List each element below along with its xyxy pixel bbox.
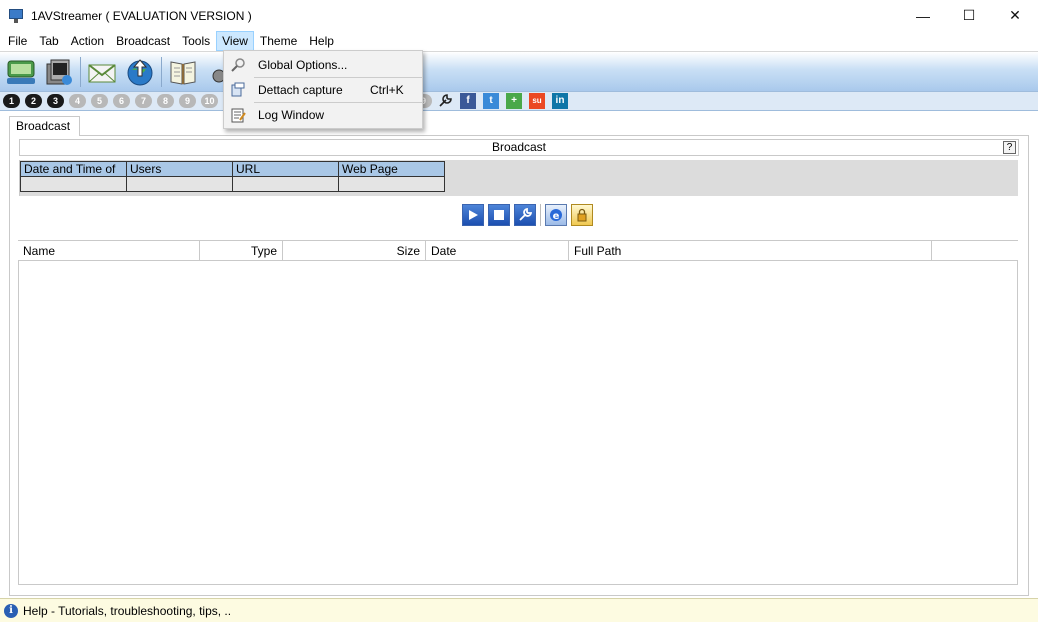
- status-bar: i Help - Tutorials, troubleshooting, tip…: [0, 598, 1038, 622]
- wrench-search-icon: [230, 57, 246, 73]
- menu-view[interactable]: View: [216, 31, 254, 51]
- wrench-icon[interactable]: [437, 93, 453, 109]
- tab-broadcast[interactable]: Broadcast: [9, 116, 80, 136]
- file-grid-body[interactable]: [18, 261, 1018, 585]
- close-button[interactable]: ✕: [992, 0, 1038, 31]
- status-text: Help - Tutorials, troubleshooting, tips,…: [23, 603, 232, 618]
- info-icon: i: [4, 603, 18, 618]
- table-cell[interactable]: [20, 176, 127, 192]
- broadcast-header: Broadcast ?: [19, 139, 1019, 156]
- tab-number-3[interactable]: 3: [47, 94, 64, 108]
- media-files-icon[interactable]: [42, 55, 76, 89]
- toolbar: [0, 51, 1038, 91]
- col-size[interactable]: Size: [283, 241, 426, 260]
- tab-number-8[interactable]: 8: [157, 94, 174, 108]
- broadcast-controls: e: [462, 204, 597, 226]
- tab-number-1[interactable]: 1: [3, 94, 20, 108]
- title-bar: 1AVStreamer ( EVALUATION VERSION ) — ☐ ✕: [0, 0, 1038, 31]
- log-icon: [230, 107, 246, 123]
- detach-icon: [230, 82, 246, 98]
- tab-number-2[interactable]: 2: [25, 94, 42, 108]
- menu-item-shortcut: Ctrl+K: [370, 83, 404, 97]
- menu-tab[interactable]: Tab: [33, 31, 64, 51]
- menu-theme[interactable]: Theme: [254, 31, 303, 51]
- play-icon[interactable]: [462, 204, 484, 226]
- menu-item-detach-capture[interactable]: Dettach capture Ctrl+K: [224, 78, 422, 102]
- window-title: 1AVStreamer ( EVALUATION VERSION ): [31, 8, 252, 23]
- col-full-path[interactable]: Full Path: [569, 241, 932, 260]
- menu-file[interactable]: File: [2, 31, 33, 51]
- capture-icon[interactable]: [4, 55, 38, 89]
- tab-number-4[interactable]: 4: [69, 94, 86, 108]
- googleplus-icon[interactable]: +: [506, 93, 522, 109]
- tab-number-6[interactable]: 6: [113, 94, 130, 108]
- stumbleupon-icon[interactable]: su: [529, 93, 545, 109]
- menu-item-label: Log Window: [258, 108, 325, 122]
- col-date[interactable]: Date: [426, 241, 569, 260]
- col-type[interactable]: Type: [200, 241, 283, 260]
- upload-globe-icon[interactable]: [123, 55, 157, 89]
- help-button[interactable]: ?: [1003, 141, 1016, 154]
- email-icon[interactable]: [85, 55, 119, 89]
- col-users[interactable]: Users: [126, 161, 233, 177]
- menu-item-label: Global Options...: [258, 58, 348, 72]
- col-name[interactable]: Name: [18, 241, 200, 260]
- maximize-button[interactable]: ☐: [946, 0, 992, 31]
- view-dropdown-menu: Global Options... Dettach capture Ctrl+K…: [223, 50, 423, 129]
- menu-help[interactable]: Help: [303, 31, 340, 51]
- tab-number-bar: 1 2 3 4 5 6 7 8 9 10 9 f t + su in: [0, 91, 1038, 111]
- broadcast-table: Date and Time of Users URL Web Page: [20, 161, 445, 192]
- tab-number-5[interactable]: 5: [91, 94, 108, 108]
- menu-item-global-options[interactable]: Global Options...: [224, 53, 422, 77]
- menu-tools[interactable]: Tools: [176, 31, 216, 51]
- app-icon: [8, 8, 24, 24]
- minimize-button[interactable]: —: [900, 0, 946, 31]
- svg-text:e: e: [553, 211, 560, 222]
- broadcast-header-label: Broadcast: [491, 140, 547, 154]
- tab-number-10[interactable]: 10: [201, 94, 218, 108]
- book-icon[interactable]: [166, 55, 200, 89]
- menu-item-log-window[interactable]: Log Window: [224, 103, 422, 127]
- table-cell[interactable]: [126, 176, 233, 192]
- col-url[interactable]: URL: [232, 161, 339, 177]
- twitter-icon[interactable]: t: [483, 93, 499, 109]
- menu-item-label: Dettach capture: [258, 83, 343, 97]
- settings-wrench-icon[interactable]: [514, 204, 536, 226]
- browser-icon[interactable]: e: [545, 204, 567, 226]
- menu-broadcast[interactable]: Broadcast: [110, 31, 176, 51]
- lock-icon[interactable]: [571, 204, 593, 226]
- table-cell[interactable]: [232, 176, 339, 192]
- menu-action[interactable]: Action: [65, 31, 110, 51]
- facebook-icon[interactable]: f: [460, 93, 476, 109]
- col-date-time[interactable]: Date and Time of: [20, 161, 127, 177]
- stop-icon[interactable]: [488, 204, 510, 226]
- linkedin-icon[interactable]: in: [552, 93, 568, 109]
- tab-number-9[interactable]: 9: [179, 94, 196, 108]
- table-cell[interactable]: [338, 176, 445, 192]
- file-grid-header: Name Type Size Date Full Path: [18, 240, 1018, 261]
- menu-bar: File Tab Action Broadcast Tools View The…: [0, 31, 1038, 51]
- col-web-page[interactable]: Web Page: [338, 161, 445, 177]
- tab-number-7[interactable]: 7: [135, 94, 152, 108]
